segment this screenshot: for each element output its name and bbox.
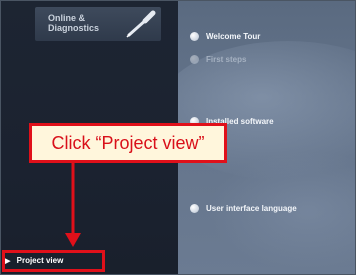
tia-portal-window: Online & Diagnostics ▶ Project view Welc… — [0, 0, 356, 275]
project-view-highlight — [2, 250, 105, 272]
pointer-arrow — [65, 163, 81, 247]
